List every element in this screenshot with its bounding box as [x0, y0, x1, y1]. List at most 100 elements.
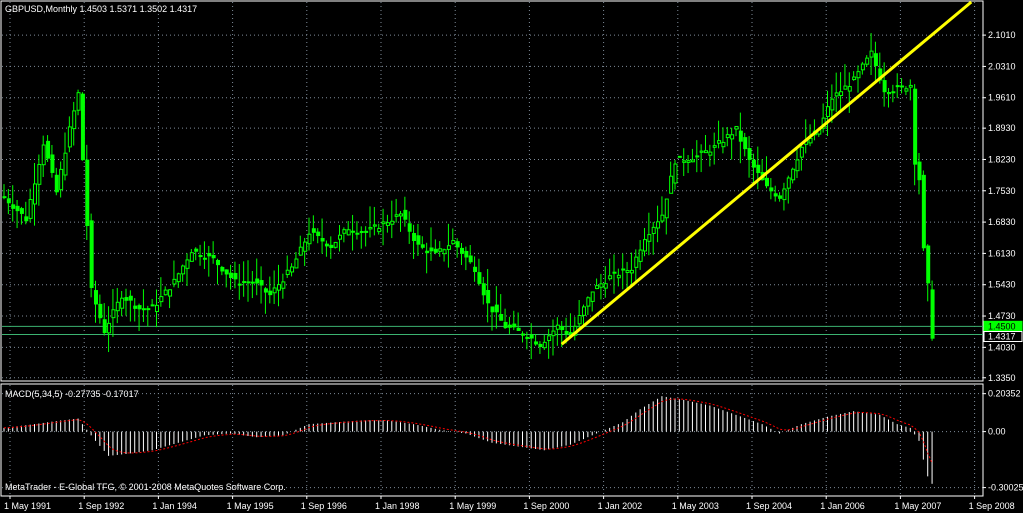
time-tick-label: 1 Sep 1996	[301, 501, 347, 511]
candle-body	[224, 269, 229, 275]
candle-body	[507, 324, 512, 328]
candle-body	[412, 233, 417, 241]
candle-body	[717, 140, 722, 144]
candle-body	[102, 319, 107, 334]
candle-body	[499, 314, 504, 321]
chart-window[interactable]: 2.1010 2.0310 1.9610 1.8930 1.8230 1.7530 1.68…	[0, 0, 1023, 513]
candle-body	[738, 130, 743, 142]
time-tick-label: 1 Jan 1994	[152, 501, 197, 511]
candle-body	[590, 291, 595, 302]
candle-body	[608, 275, 613, 280]
candle-body	[272, 287, 277, 294]
candle-body	[525, 336, 530, 339]
price-chart[interactable]: 2.1010 2.0310 1.9610 1.8930 1.8230 1.7530 1.68…	[0, 0, 1023, 513]
candle-body	[316, 231, 321, 237]
candle-body	[473, 266, 478, 273]
candle-body	[438, 248, 443, 252]
chart-title: GBPUSD,Monthly 1.4503 1.5371 1.3502 1.43…	[5, 4, 197, 14]
candle-body	[503, 321, 508, 329]
candle-body	[85, 159, 90, 227]
candle-body	[381, 221, 386, 225]
candle-body	[242, 281, 247, 284]
time-tick-label: 1 May 2007	[894, 501, 941, 511]
candle-body	[799, 146, 804, 158]
candle-body	[730, 134, 735, 140]
candle-body	[834, 92, 839, 97]
candle-body	[307, 233, 312, 245]
candle-body	[904, 88, 909, 92]
price-tick-label: 1.6130	[988, 248, 1016, 258]
candle-body	[926, 245, 931, 284]
candle-body	[181, 265, 186, 275]
candle-body	[442, 249, 447, 255]
candle-body	[891, 91, 896, 94]
candle-body	[917, 161, 922, 181]
candle-body	[542, 341, 547, 349]
candle-body	[686, 160, 691, 163]
price-tick-label: 1.8230	[988, 154, 1016, 164]
candle	[677, 155, 682, 158]
candle-body	[582, 306, 586, 316]
candle-body	[839, 91, 844, 97]
candle-body	[50, 154, 55, 173]
candle-body	[359, 231, 364, 234]
candle-body	[751, 159, 756, 168]
candle-body	[172, 278, 177, 285]
price-tick-label: 2.0310	[988, 61, 1016, 71]
candle-body	[120, 297, 125, 309]
candle-body	[651, 226, 656, 235]
candle-body	[455, 241, 460, 248]
candle-body	[664, 198, 669, 219]
candle-body	[24, 216, 29, 222]
macd-title: MACD(5,34,5) -0.27735 -0.17017	[5, 389, 139, 399]
price-labels: 1.45001.4317	[983, 320, 1023, 343]
candle-body	[555, 324, 560, 330]
candle-body	[704, 150, 708, 154]
candle-body	[551, 330, 556, 337]
candle-body	[211, 254, 216, 259]
candle-body	[263, 288, 268, 293]
candle-body	[124, 297, 129, 301]
candle-body	[146, 308, 151, 311]
time-tick-label: 1 Jan 2006	[820, 501, 865, 511]
time-tick-label: 1 Sep 2008	[969, 501, 1015, 511]
candle-body	[246, 281, 251, 284]
price-label: 1.4500	[983, 320, 1023, 332]
candle-body	[2, 196, 7, 199]
candle-body	[843, 85, 848, 90]
price-tick-label: 1.5430	[988, 280, 1016, 290]
candle-body	[220, 266, 225, 272]
candle-body	[673, 163, 678, 184]
candle-body	[895, 85, 900, 88]
candle-body	[6, 198, 11, 204]
candle-body	[155, 304, 159, 313]
candle-body	[390, 220, 395, 225]
candle-body	[433, 248, 438, 253]
time-tick-label: 1 May 1995	[227, 501, 274, 511]
candle-body	[647, 234, 652, 242]
candle-body	[133, 305, 138, 309]
candle-body	[769, 187, 774, 192]
candle-body	[250, 281, 255, 284]
candle-body	[237, 283, 242, 286]
candle-body	[778, 195, 783, 199]
price-label: 1.4317	[983, 331, 1023, 343]
candle-body	[512, 323, 517, 328]
price-label-text: 1.4317	[988, 332, 1016, 342]
candle-body	[547, 335, 552, 342]
candle-body	[150, 304, 155, 307]
candle-body	[451, 240, 456, 245]
candle-body	[355, 232, 360, 235]
candle-body	[529, 334, 534, 339]
candle-body	[80, 93, 85, 161]
candle-body	[329, 244, 334, 248]
candle-body	[765, 177, 769, 187]
candle-body	[89, 220, 94, 288]
candle-body	[625, 270, 630, 274]
candle-body	[712, 145, 717, 148]
candle-body	[865, 57, 870, 65]
candle-body	[107, 322, 112, 334]
candle-body	[76, 92, 81, 111]
candle-body	[621, 268, 626, 271]
candle-body	[756, 164, 761, 174]
